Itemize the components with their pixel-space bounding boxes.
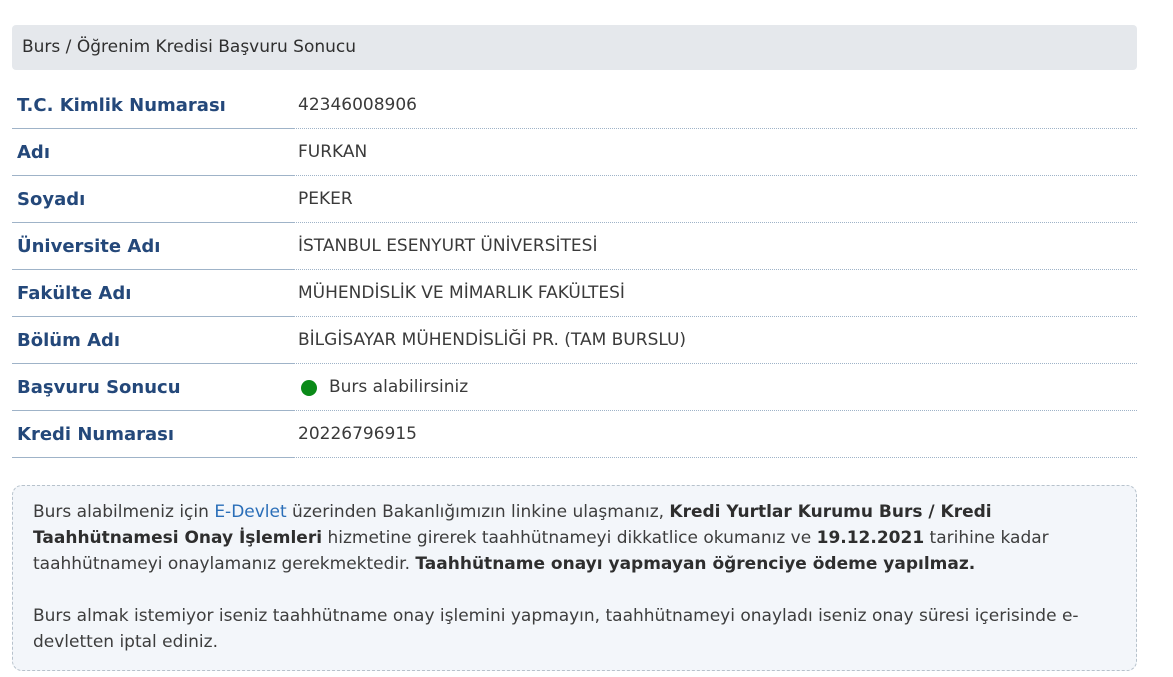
row-label: Bölüm Adı [17, 330, 121, 351]
status-dot-icon [301, 379, 317, 396]
table-row: Fakülte Adı MÜHENDİSLİK VE MİMARLIK FAKÜ… [12, 270, 1137, 317]
application-result: Burs alabilirsiniz [298, 364, 468, 411]
page: Burs / Öğrenim Kredisi Başvuru Sonucu T.… [0, 0, 1173, 677]
info-text: hizmetine girerek taahhütnameyi dikkatli… [322, 528, 817, 548]
info-text: Burs alabilmeniz için [33, 502, 215, 522]
info-warning: Taahhütname onayı yapmayan öğrenciye öde… [415, 554, 976, 574]
info-text: üzerinden Bakanlığımızın linkine ulaşman… [286, 502, 670, 522]
application-details-table: T.C. Kimlik Numarası 42346008906 Adı FUR… [12, 82, 1137, 458]
table-row: Bölüm Adı BİLGİSAYAR MÜHENDİSLİĞİ PR. (T… [12, 317, 1137, 364]
row-value: MÜHENDİSLİK VE MİMARLIK FAKÜLTESİ [298, 283, 625, 303]
row-value: FURKAN [298, 142, 368, 162]
row-value: PEKER [298, 189, 353, 209]
table-row: Soyadı PEKER [12, 176, 1137, 223]
row-label: Başvuru Sonucu [17, 377, 181, 398]
table-row: Adı FURKAN [12, 129, 1137, 176]
status-text: Burs alabilirsiniz [329, 377, 469, 397]
divider [294, 457, 1137, 458]
row-value: 42346008906 [298, 95, 417, 115]
page-title: Burs / Öğrenim Kredisi Başvuru Sonucu [12, 25, 1137, 70]
table-row: T.C. Kimlik Numarası 42346008906 [12, 82, 1137, 129]
row-value: BİLGİSAYAR MÜHENDİSLİĞİ PR. (TAM BURSLU) [298, 330, 687, 350]
row-label: Fakülte Adı [17, 283, 132, 304]
deadline-date: 19.12.2021 [816, 528, 925, 548]
info-paragraph: Burs alabilmeniz için E-Devlet üzerinden… [33, 499, 1116, 577]
row-label: Soyadı [17, 189, 86, 210]
info-box: Burs alabilmeniz için E-Devlet üzerinden… [12, 485, 1137, 671]
table-row: Başvuru Sonucu Burs alabilirsiniz [12, 364, 1137, 411]
table-row: Üniversite Adı İSTANBUL ESENYURT ÜNİVERS… [12, 223, 1137, 270]
row-value: 20226796915 [298, 424, 417, 444]
row-value: İSTANBUL ESENYURT ÜNİVERSİTESİ [298, 236, 598, 256]
divider [12, 457, 294, 458]
row-label: T.C. Kimlik Numarası [17, 95, 226, 116]
row-label: Kredi Numarası [17, 424, 175, 445]
e-devlet-link[interactable]: E-Devlet [214, 502, 286, 522]
info-paragraph: Burs almak istemiyor iseniz taahhütname … [33, 606, 1079, 652]
row-label: Üniversite Adı [17, 236, 161, 257]
table-row: Kredi Numarası 20226796915 [12, 411, 1137, 458]
row-label: Adı [17, 142, 50, 163]
